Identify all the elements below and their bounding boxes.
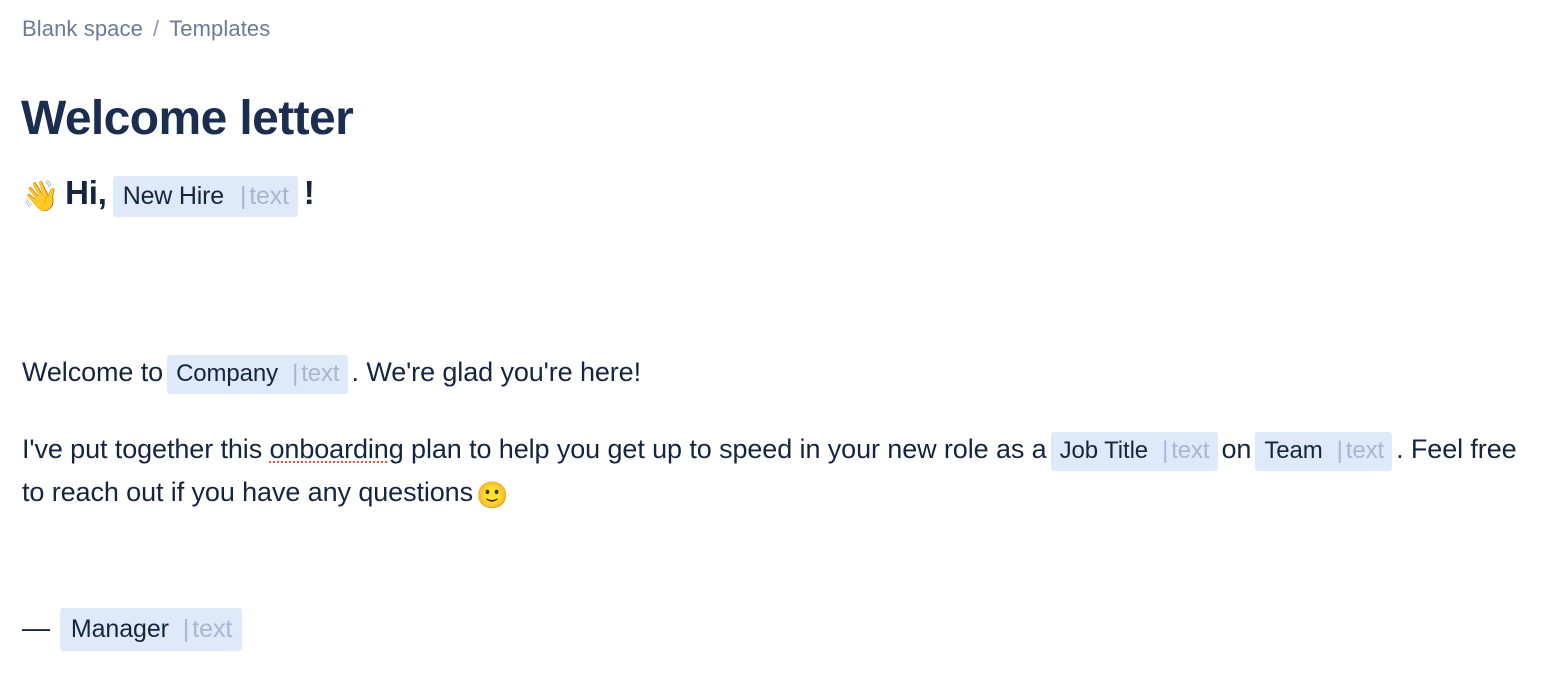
em-dash: —	[22, 612, 50, 643]
breadcrumb: Blank space / Templates	[22, 14, 270, 44]
chip-divider: |	[239, 182, 247, 210]
welcome-text-after: . We're glad you're here!	[351, 357, 642, 387]
document-page: Blank space / Templates Welcome letter 👋…	[0, 0, 1560, 674]
document-body: 👋 Hi, New Hire | text! Welcome to Company | tex…	[22, 170, 1544, 651]
chip-label: Team	[1264, 437, 1323, 464]
chip-type: | text	[240, 182, 289, 210]
chip-type: | text	[1162, 437, 1210, 464]
paragraph-onboarding: I've put together this onboarding plan t…	[22, 428, 1544, 516]
breadcrumb-item-templates[interactable]: Templates	[169, 14, 270, 44]
greeting-text: Hi,	[65, 174, 107, 211]
placeholder-chip-new-hire[interactable]: New Hire | text	[112, 176, 298, 217]
chip-type-label: text	[249, 182, 289, 210]
onboarding-text-part2: plan to help you get up to speed in your…	[403, 434, 1047, 464]
page-title[interactable]: Welcome letter	[21, 87, 354, 151]
chip-label: Company	[176, 360, 279, 387]
chip-label: New Hire	[122, 182, 224, 210]
breadcrumb-separator: /	[152, 16, 160, 41]
misspelled-word[interactable]: onboarding	[270, 434, 404, 464]
paragraph-welcome: Welcome to Company | text . We're glad you'r…	[22, 351, 1544, 394]
chip-type-label: text	[1345, 437, 1385, 464]
waving-hand-icon: 👋	[22, 180, 60, 213]
chip-type-label: text	[1171, 437, 1210, 464]
chip-divider: |	[1336, 437, 1343, 464]
onboarding-text-part1: I've put together this	[22, 434, 270, 464]
chip-type: | text	[1336, 437, 1385, 464]
placeholder-chip-company[interactable]: Company | text	[167, 355, 348, 394]
chip-divider: |	[182, 615, 190, 643]
placeholder-chip-team[interactable]: Team | text	[1255, 432, 1393, 471]
chip-type-label: text	[301, 360, 340, 387]
chip-label: Job Title	[1059, 437, 1149, 464]
welcome-text-before: Welcome to	[22, 357, 164, 387]
greeting-line: 👋 Hi, New Hire | text!	[22, 170, 1544, 220]
placeholder-chip-job-title[interactable]: Job Title | text	[1050, 432, 1218, 471]
onboarding-text-part3: on	[1221, 434, 1252, 464]
chip-type: | text	[183, 615, 232, 643]
placeholder-chip-manager[interactable]: Manager | text	[59, 608, 243, 651]
greeting-exclamation: !	[303, 174, 315, 211]
chip-type: | text	[292, 360, 340, 387]
chip-divider: |	[1162, 437, 1169, 464]
chip-divider: |	[292, 360, 299, 387]
chip-type-label: text	[192, 615, 233, 643]
slightly-smiling-face-icon: 🙂	[476, 480, 509, 510]
paragraph-signoff: — Manager | text	[22, 607, 1544, 651]
breadcrumb-item-space[interactable]: Blank space	[22, 14, 143, 44]
chip-label: Manager	[70, 615, 169, 643]
